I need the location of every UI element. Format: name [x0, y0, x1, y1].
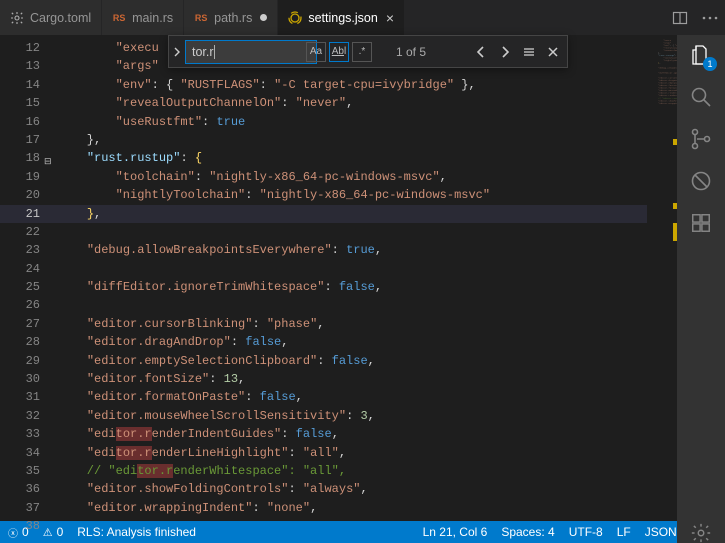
code-line[interactable]: "env": { "RUSTFLAGS": "-C target-cpu=ivy… [58, 76, 647, 94]
code-line[interactable]: "revealOutputChannelOn": "never", [58, 94, 647, 112]
tab-main-rs[interactable]: RS main.rs [102, 0, 184, 35]
fold-icon[interactable]: ⊟ [44, 153, 52, 171]
code-line[interactable]: "nightlyToolchain": "nightly-x86_64-pc-w… [58, 186, 647, 204]
regex-toggle[interactable]: .* [352, 42, 372, 62]
next-match-icon[interactable] [495, 42, 515, 62]
code-line[interactable]: "editor.mouseWheelScrollSensitivity": 3, [58, 407, 647, 425]
tab-label: Cargo.toml [30, 11, 91, 25]
find-result-count: 1 of 5 [396, 45, 426, 59]
code-line[interactable]: "editor.wrappingIndent": "none", [58, 499, 647, 517]
file-icon: RS [112, 11, 126, 25]
badge: 1 [703, 57, 717, 71]
code-line[interactable]: "editor.renderIndentGuides": false, [58, 425, 647, 443]
tab-label: main.rs [132, 11, 173, 25]
file-icon: RS [194, 11, 208, 25]
search-icon[interactable] [689, 85, 713, 109]
status-language[interactable]: JSON [645, 525, 677, 539]
code-line[interactable] [58, 517, 647, 535]
minimap-content: "execu "args" "env": { "RUSTFLAGS": "-C … [653, 39, 671, 105]
text-cursor [214, 45, 215, 59]
code-line[interactable]: "editor.cursorBlinking": "phase", [58, 315, 647, 333]
code-line[interactable]: "useRustfmt": true [58, 113, 647, 131]
more-actions-icon[interactable] [701, 9, 719, 27]
code-line[interactable]: "editor.emptySelectionClipboard": false, [58, 352, 647, 370]
code-line[interactable] [58, 296, 647, 314]
code-line[interactable]: "editor.renderLineHighlight": "all", [58, 444, 647, 462]
code-line[interactable]: }, [58, 205, 647, 223]
explorer-icon[interactable]: 1 [689, 43, 713, 67]
tabs: Cargo.toml RS main.rs RS path.rs settings.jso… [0, 0, 665, 35]
editor-actions [665, 0, 725, 35]
extensions-icon[interactable] [689, 211, 713, 235]
gutter: 121314151617⊟181920212223242526272829303… [0, 35, 58, 521]
tab-path-rs[interactable]: RS path.rs [184, 0, 278, 35]
find-widget: Aa Abl .* 1 of 5 [168, 35, 568, 68]
code-line[interactable]: // "editor.renderWhitespace": "all", [58, 462, 647, 480]
editor[interactable]: 121314151617⊟181920212223242526272829303… [0, 35, 677, 521]
find-in-selection-icon[interactable] [519, 42, 539, 62]
activity-bar: 1 [677, 35, 725, 543]
close-tab-icon[interactable]: × [386, 10, 394, 26]
code-line[interactable]: "rust.rustup": { [58, 149, 647, 167]
prev-match-icon[interactable] [471, 42, 491, 62]
file-icon [288, 11, 302, 25]
code-area[interactable]: "execu "args" "env": { "RUSTFLAGS": "-C … [58, 35, 647, 521]
find-input[interactable] [185, 40, 317, 64]
code-line[interactable]: "editor.fontSize": 13, [58, 370, 647, 388]
code-line[interactable]: "debug.allowBreakpointsEverywhere": true… [58, 241, 647, 259]
modified-indicator [260, 14, 267, 21]
source-control-icon[interactable] [689, 127, 713, 151]
expand-replace-icon[interactable] [169, 36, 185, 67]
tab-label: path.rs [214, 11, 252, 25]
code-line[interactable]: "editor.dragAndDrop": false, [58, 333, 647, 351]
tab-settings-json[interactable]: settings.json × [278, 0, 405, 35]
code-line[interactable]: "toolchain": "nightly-x86_64-pc-windows-… [58, 168, 647, 186]
code-line[interactable]: "diffEditor.ignoreTrimWhitespace": false… [58, 278, 647, 296]
debug-icon[interactable] [689, 169, 713, 193]
split-editor-icon[interactable] [671, 9, 689, 27]
code-line[interactable]: "editor.showFoldingControls": "always", [58, 480, 647, 498]
match-case-toggle[interactable]: Aa [306, 42, 326, 62]
settings-gear-icon[interactable] [689, 521, 713, 543]
code-line[interactable] [58, 223, 647, 241]
whole-word-toggle[interactable]: Abl [329, 42, 349, 62]
minimap[interactable]: "execu "args" "env": { "RUSTFLAGS": "-C … [647, 35, 677, 521]
code-line[interactable]: }, [58, 131, 647, 149]
tab-label: settings.json [308, 11, 377, 25]
code-line[interactable] [58, 260, 647, 278]
tab-cargo-toml[interactable]: Cargo.toml [0, 0, 102, 35]
tab-bar: Cargo.toml RS main.rs RS path.rs settings.jso… [0, 0, 725, 35]
close-find-icon[interactable] [543, 42, 563, 62]
code-line[interactable]: "editor.formatOnPaste": false, [58, 388, 647, 406]
file-icon [10, 11, 24, 25]
